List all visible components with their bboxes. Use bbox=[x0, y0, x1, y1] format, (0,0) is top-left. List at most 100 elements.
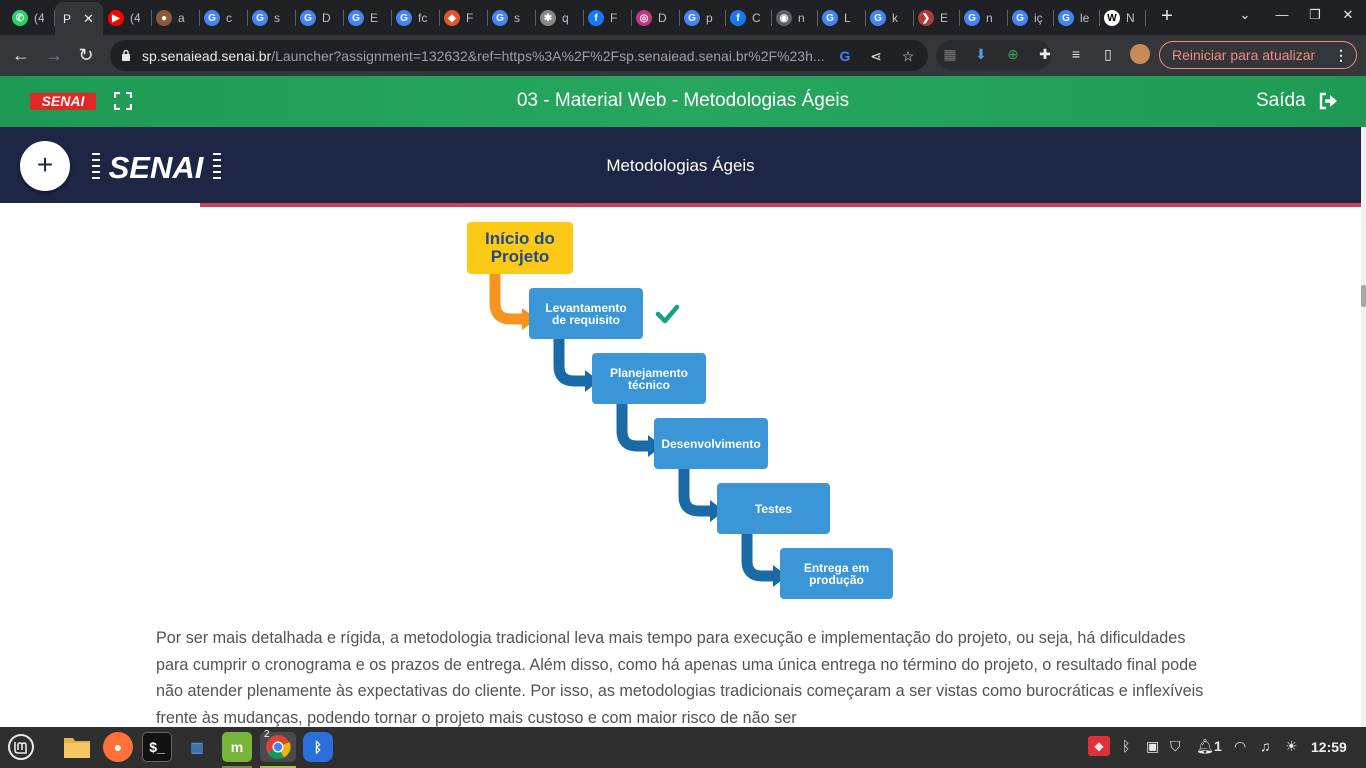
browser-tab[interactable]: ❯ E bbox=[914, 6, 960, 30]
browser-tab-strip: ✆ (4 P ✕ ▶ (4 ● a Gc Gs G D G E Gfc ◆ F Gs ✱ q f F ◎ D Gp f C ◉ n G L G… bbox=[0, 0, 1366, 35]
tab-title: F bbox=[466, 11, 474, 25]
extension-plus-icon[interactable]: ⊕ bbox=[1003, 44, 1023, 64]
tab-title: k bbox=[892, 11, 898, 25]
tab-favicon-icon: f bbox=[588, 10, 604, 26]
sign-out-icon[interactable] bbox=[1318, 91, 1338, 111]
arrow-step-3 bbox=[678, 468, 712, 517]
restore-icon[interactable]: ❐ bbox=[1305, 7, 1325, 23]
tab-favicon-icon: ✆ bbox=[12, 10, 28, 26]
clipboard-tray-icon[interactable]: ▣ bbox=[1146, 738, 1159, 755]
tab-title: E bbox=[940, 11, 949, 25]
browser-tab[interactable]: Gs bbox=[488, 6, 536, 30]
media-queue-icon[interactable]: ≡ bbox=[1066, 44, 1086, 64]
share-icon[interactable]: ⋖ bbox=[867, 47, 885, 65]
forward-icon[interactable]: → bbox=[43, 44, 65, 66]
tab-favicon-icon: G bbox=[492, 10, 508, 26]
browser-tab[interactable]: ◉ n bbox=[772, 6, 818, 30]
bluetooth-app-icon[interactable]: ᛒ bbox=[303, 732, 333, 762]
bluetooth-tray-icon[interactable]: ᛒ bbox=[1122, 738, 1130, 754]
restart-to-update-button[interactable]: Reiniciar para atualizar ⋮ bbox=[1159, 41, 1357, 69]
brightness-icon[interactable]: ☀ bbox=[1285, 738, 1298, 755]
tab-favicon-icon: G bbox=[204, 10, 220, 26]
tab-title: (4 bbox=[130, 11, 140, 25]
browser-tab[interactable]: Gn bbox=[960, 6, 1008, 30]
anydesk-tray-icon[interactable]: ◆ bbox=[1088, 736, 1110, 756]
arrow-step-2 bbox=[616, 403, 650, 452]
browser-tab[interactable]: ◎ D bbox=[632, 6, 680, 30]
download-icon[interactable]: ⬇ bbox=[971, 44, 991, 64]
wifi-icon[interactable]: ◠ bbox=[1234, 738, 1246, 755]
browser-tab[interactable]: Giç bbox=[1008, 6, 1054, 30]
browser-tab[interactable]: Gs bbox=[248, 6, 296, 30]
tab-title: C bbox=[752, 11, 761, 25]
tab-title: (4 bbox=[34, 11, 44, 25]
tab-favicon-icon: ◉ bbox=[776, 10, 792, 26]
diagram-step-testing: Testes bbox=[717, 483, 830, 534]
browser-tab[interactable]: WN bbox=[1100, 6, 1146, 30]
close-window-icon[interactable]: ✕ bbox=[1338, 7, 1358, 23]
workspace-count-badge: 2 bbox=[264, 729, 270, 740]
tab-favicon-icon: G bbox=[1012, 10, 1028, 26]
firefox-icon[interactable]: ● bbox=[103, 732, 133, 762]
google-lens-icon[interactable]: G bbox=[836, 47, 854, 65]
tab-favicon-icon: ▶ bbox=[108, 10, 124, 26]
tab-search-icon[interactable]: ⌄ bbox=[1235, 7, 1255, 23]
side-panel-icon[interactable]: ▯ bbox=[1098, 44, 1118, 64]
files-icon[interactable] bbox=[62, 732, 92, 762]
browser-tab[interactable]: ✆ (4 bbox=[8, 6, 55, 30]
browser-tab[interactable]: GD bbox=[296, 6, 344, 30]
tab-title: n bbox=[798, 11, 805, 25]
new-tab-button[interactable]: + bbox=[1158, 6, 1176, 28]
reload-icon[interactable]: ↻ bbox=[75, 44, 97, 66]
browser-tab[interactable]: GL bbox=[818, 6, 866, 30]
tab-title: D bbox=[658, 11, 667, 25]
clock[interactable]: 12:59 bbox=[1311, 739, 1347, 755]
profile-avatar[interactable] bbox=[1130, 44, 1150, 64]
tab-title: p bbox=[706, 11, 713, 25]
url-text: sp.senaiead.senai.br/Launcher?assignment… bbox=[142, 48, 825, 64]
bookmark-star-icon[interactable]: ☆ bbox=[899, 47, 917, 65]
menu-kebab-icon[interactable]: ⋮ bbox=[1334, 42, 1348, 68]
scrollbar-thumb[interactable] bbox=[1361, 285, 1366, 307]
address-bar[interactable]: sp.senaiead.senai.br/Launcher?assignment… bbox=[110, 40, 928, 71]
check-icon bbox=[655, 304, 680, 324]
tab-favicon-icon: G bbox=[1058, 10, 1074, 26]
tab-title: a bbox=[178, 11, 185, 25]
restart-to-update-label: Reiniciar para atualizar bbox=[1172, 47, 1316, 63]
exit-button[interactable]: Saída bbox=[1256, 90, 1306, 112]
browser-tab[interactable]: ▶ (4 bbox=[104, 6, 152, 30]
page-scrollbar[interactable] bbox=[1361, 127, 1366, 727]
shield-tray-icon[interactable]: ⛉ bbox=[1170, 738, 1181, 755]
lesson-progress-fill bbox=[0, 203, 201, 207]
app-store-icon[interactable]: ▥ bbox=[182, 732, 212, 762]
puzzle-icon[interactable]: ✚ bbox=[1035, 44, 1055, 64]
minimize-icon[interactable]: — bbox=[1272, 7, 1292, 22]
tab-title: D bbox=[322, 11, 331, 25]
browser-tab[interactable]: ◆ F bbox=[440, 6, 488, 30]
browser-tab[interactable]: Gle bbox=[1054, 6, 1100, 30]
browser-tab[interactable]: ✱ q bbox=[536, 6, 584, 30]
browser-tab[interactable]: GE bbox=[344, 6, 392, 30]
tab-close-icon[interactable]: ✕ bbox=[83, 11, 94, 27]
browser-tab[interactable]: Gc bbox=[200, 6, 248, 30]
terminal-icon[interactable]: $_ bbox=[142, 732, 172, 762]
browser-tab[interactable]: fC bbox=[726, 6, 772, 30]
browser-tab[interactable]: Gfc bbox=[392, 6, 440, 30]
browser-tab[interactable]: P ✕ bbox=[55, 2, 103, 35]
extension-icon-1[interactable]: ▦ bbox=[940, 44, 960, 64]
course-title: 03 - Material Web - Metodologias Ágeis bbox=[516, 90, 850, 111]
sound-icon[interactable]: ♫ bbox=[1260, 738, 1271, 754]
browser-tab[interactable]: Gp bbox=[680, 6, 726, 30]
tab-favicon-icon: G bbox=[348, 10, 364, 26]
browser-tab[interactable]: ● a bbox=[152, 6, 200, 30]
back-icon[interactable]: ← bbox=[10, 44, 32, 66]
lock-icon bbox=[122, 49, 130, 61]
browser-tab[interactable]: fF bbox=[584, 6, 632, 30]
browser-tab[interactable]: Gk bbox=[866, 6, 914, 30]
tab-favicon-icon: G bbox=[684, 10, 700, 26]
mint-update-icon[interactable]: m bbox=[222, 732, 252, 762]
tab-favicon-icon: G bbox=[870, 10, 886, 26]
notification-bell-icon[interactable]: 🔔︎ bbox=[1196, 738, 1214, 755]
tab-favicon-icon: G bbox=[822, 10, 838, 26]
mint-menu-icon[interactable] bbox=[6, 732, 36, 762]
